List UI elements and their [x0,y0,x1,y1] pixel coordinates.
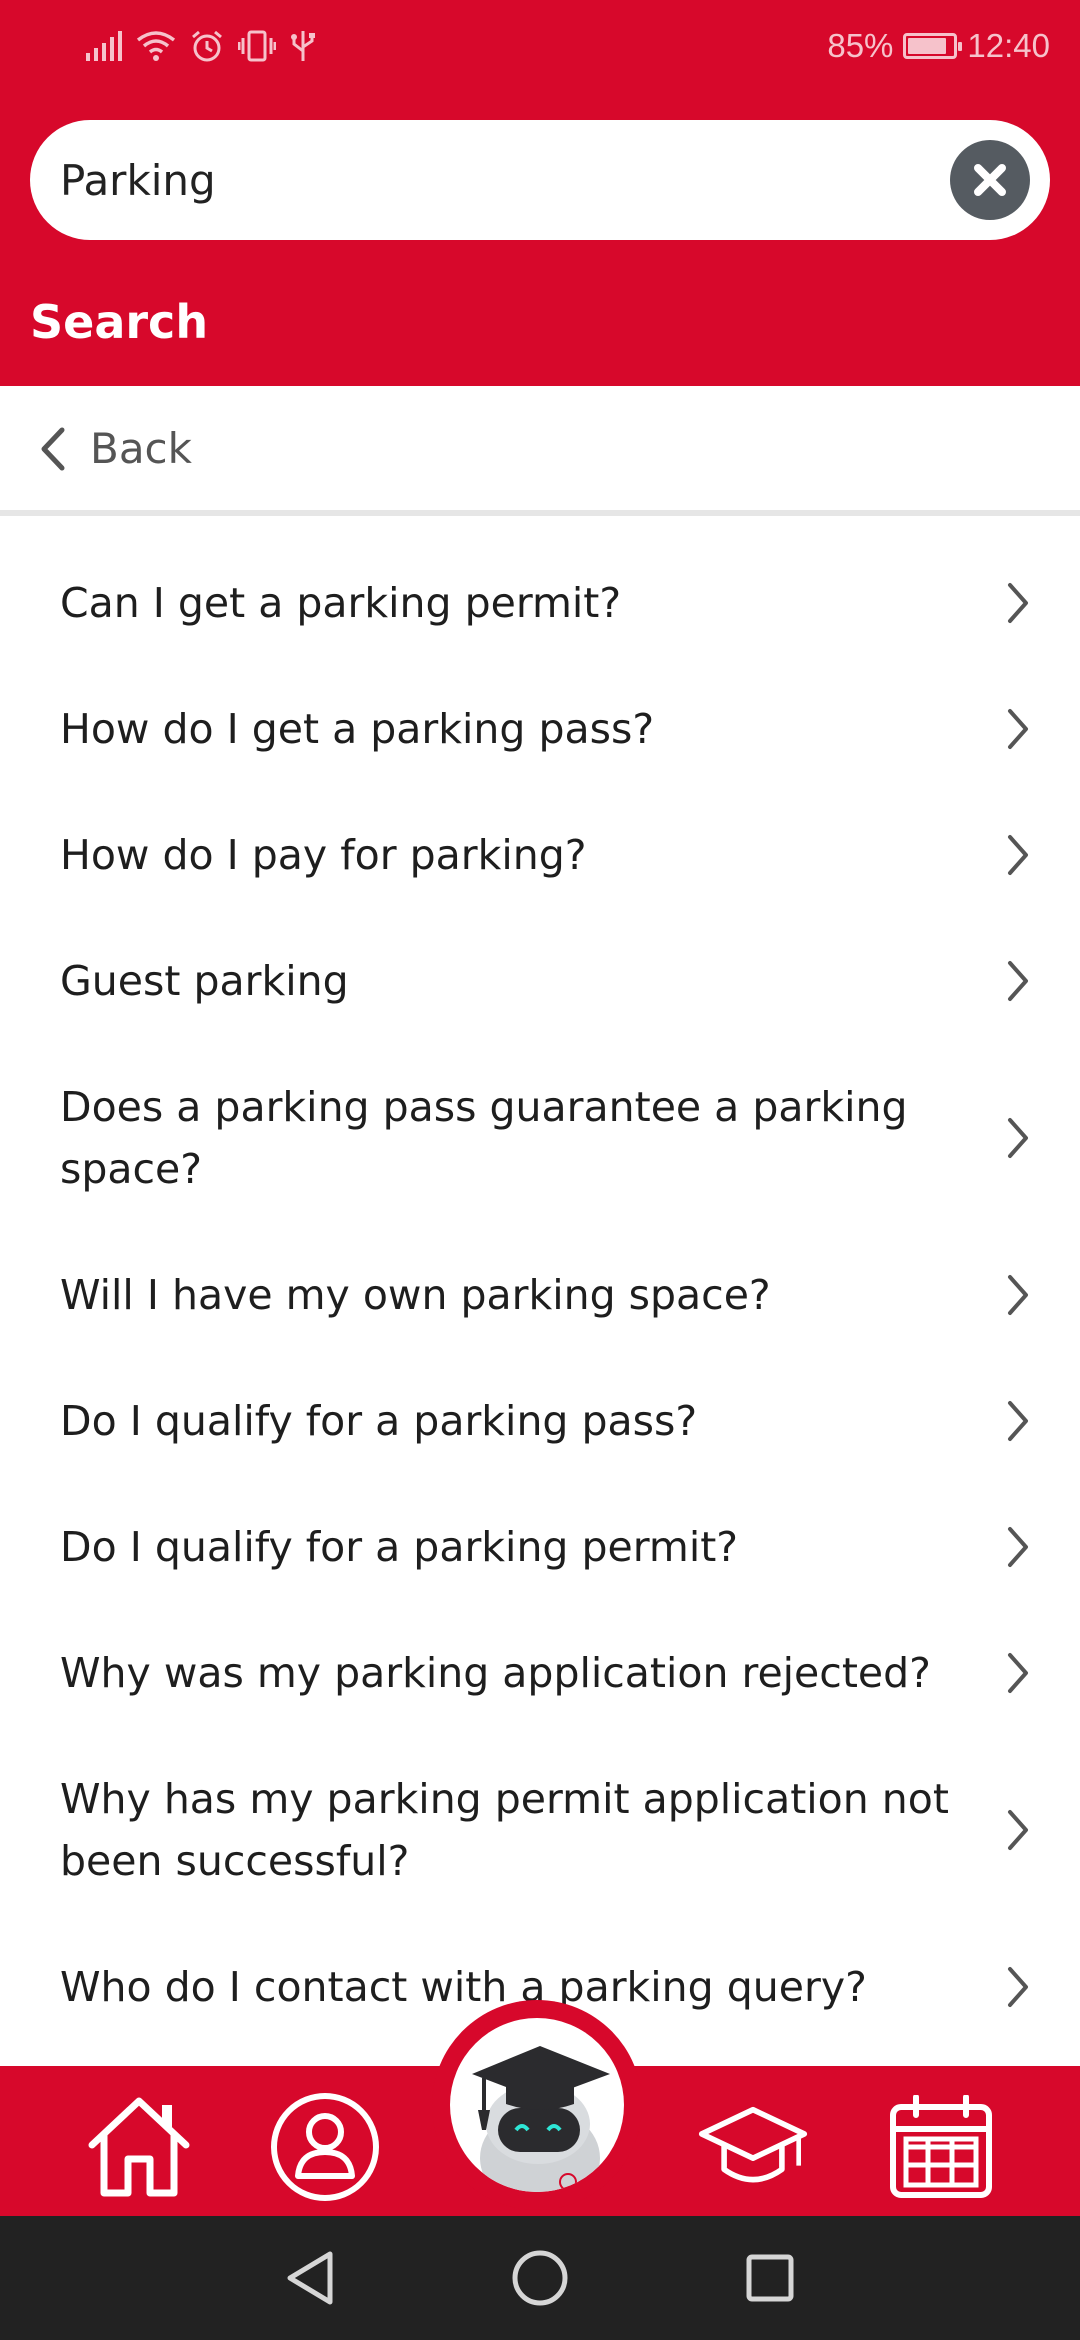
close-icon [974,164,1006,196]
list-item-label: Does a parking pass guarantee a parking … [60,1083,908,1193]
system-back-button[interactable] [278,2246,342,2310]
chevron-right-icon [1008,835,1028,875]
nav-calendar-button[interactable] [886,2092,996,2202]
chevron-right-icon [1008,1810,1028,1850]
signal-icon [86,31,122,61]
vibrate-icon [238,30,276,62]
page-title: Search [30,295,209,349]
list-item[interactable]: Do I qualify for a parking pass? [0,1358,1080,1484]
divider [0,510,1080,516]
alarm-icon [190,29,224,63]
nav-profile-button[interactable] [270,2092,380,2202]
system-nav-bar [0,2216,1080,2340]
list-item-label: Why was my parking application rejected? [60,1649,931,1697]
chevron-right-icon [1008,961,1028,1001]
home-circle-icon [512,2250,568,2306]
calendar-icon [890,2095,992,2198]
back-label: Back [90,424,192,473]
status-right: 85% 12:40 [827,20,1050,72]
profile-icon [271,2093,379,2201]
system-home-button[interactable] [508,2246,572,2310]
chevron-right-icon [1008,583,1028,623]
assistant-bot-button[interactable] [450,2018,624,2192]
home-icon [88,2097,190,2197]
nav-courses-button[interactable] [698,2092,808,2202]
chevron-right-icon [1008,1401,1028,1441]
list-item[interactable]: Do I qualify for a parking permit? [0,1484,1080,1610]
recents-square-icon [746,2254,794,2302]
battery-level-fill [908,38,946,54]
back-triangle-icon [287,2251,333,2305]
assistant-bot-icon [472,2046,610,2192]
status-icons [86,22,316,70]
list-item-label: Why has my parking permit application no… [60,1775,949,1885]
chevron-right-icon [1008,1967,1028,2007]
list-item[interactable]: Can I get a parking permit? [0,540,1080,666]
graduation-cap-icon [698,2106,808,2183]
chevron-right-icon [1008,1653,1028,1693]
list-item[interactable]: Does a parking pass guarantee a parking … [0,1044,1080,1232]
chevron-right-icon [1008,709,1028,749]
header: 85% 12:40 Search [0,0,1080,386]
list-item[interactable]: Will I have my own parking space? [0,1232,1080,1358]
list-item-label: Do I qualify for a parking pass? [60,1397,698,1445]
chevron-left-icon [41,427,65,471]
back-button[interactable]: Back [0,386,1080,512]
nav-home-button[interactable] [84,2092,194,2202]
list-item[interactable]: How do I get a parking pass? [0,666,1080,792]
list-item-label: Will I have my own parking space? [60,1271,771,1319]
search-box [30,120,1050,240]
results-list: Can I get a parking permit? How do I get… [0,540,1080,2050]
list-item-label: How do I pay for parking? [60,831,587,879]
clear-search-button[interactable] [950,140,1030,220]
chevron-right-icon [1008,1275,1028,1315]
battery-charging-icon [903,33,963,59]
list-item-label: Can I get a parking permit? [60,579,622,627]
list-item[interactable]: Why has my parking permit application no… [0,1736,1080,1924]
chevron-right-icon [1008,1118,1028,1158]
list-item-label: How do I get a parking pass? [60,705,655,753]
usb-icon [290,29,316,63]
app-screen: 85% 12:40 Search Back Can I ge [0,0,1080,2340]
system-recents-button[interactable] [738,2246,802,2310]
list-item-label: Guest parking [60,957,349,1005]
list-item-label: Do I qualify for a parking permit? [60,1523,739,1571]
chevron-right-icon [1008,1527,1028,1567]
battery-percent: 85% [827,27,894,64]
list-item[interactable]: Why was my parking application rejected? [0,1610,1080,1736]
clock: 12:40 [967,27,1050,64]
list-item[interactable]: Guest parking [0,918,1080,1044]
search-input[interactable] [60,140,940,220]
list-item[interactable]: How do I pay for parking? [0,792,1080,918]
status-bar: 85% 12:40 [0,0,1080,92]
wifi-icon [136,30,176,62]
